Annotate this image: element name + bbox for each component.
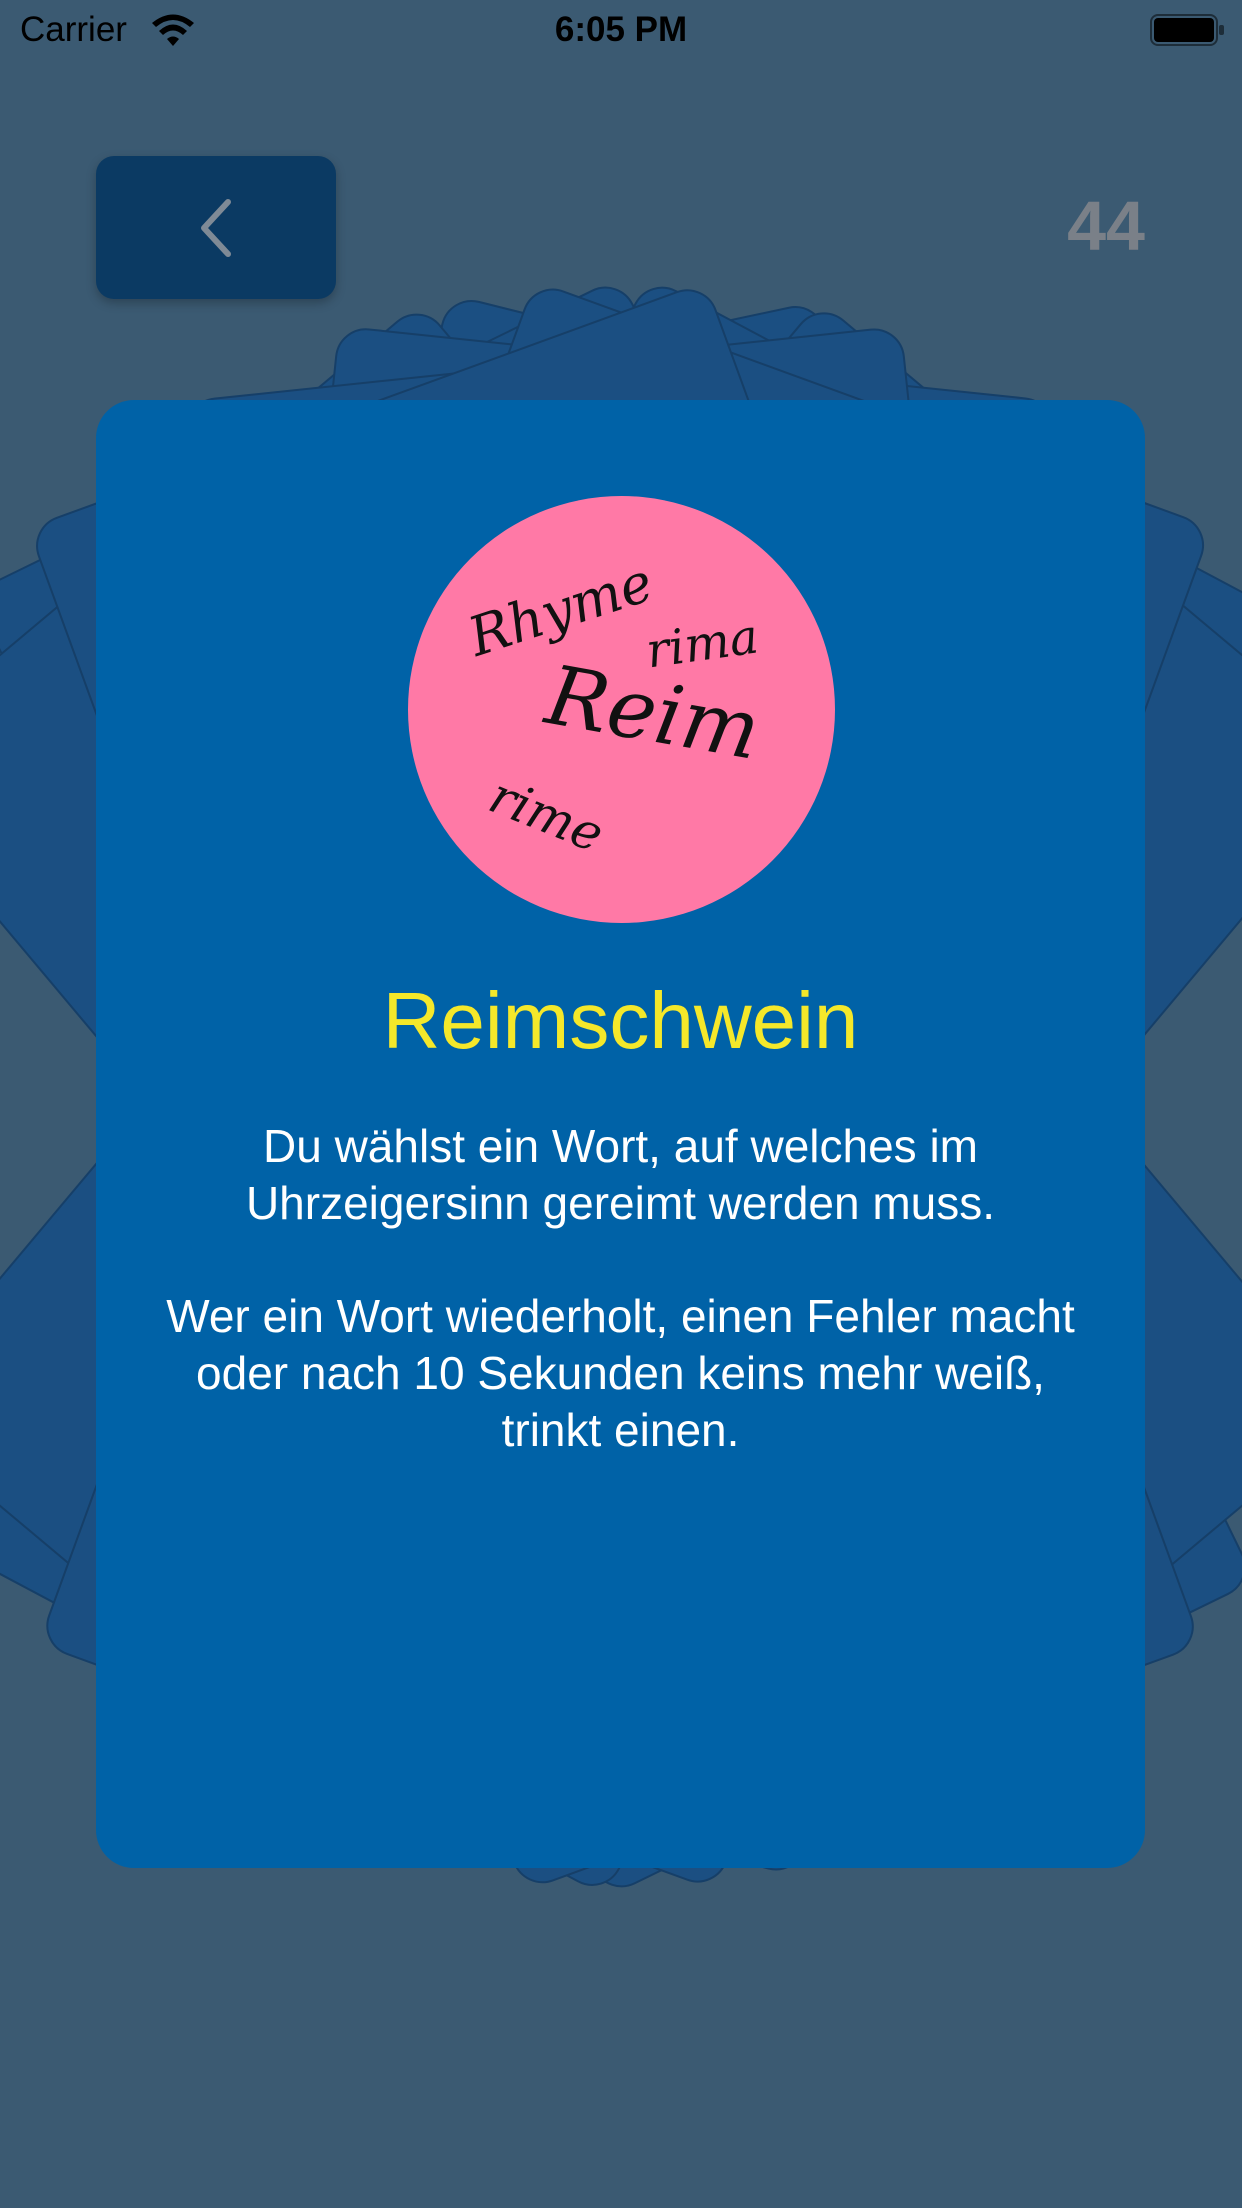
card-title: Reimschwein [382, 976, 859, 1065]
chevron-left-icon [201, 198, 231, 257]
card-description: Du wählst ein Wort, auf welches im Uhrze… [245, 1120, 996, 1229]
clock: 6:05 PM [554, 10, 688, 49]
back-button[interactable] [96, 156, 336, 299]
rhyme-logo: Rhyme rima Reim rime [408, 496, 835, 923]
logo-word: rime [481, 766, 612, 864]
card-counter: 44 [1067, 187, 1145, 265]
battery-icon [1150, 14, 1224, 46]
status-bar: Carrier 6:05 PM [0, 0, 1242, 62]
card-rule: Wer ein Wort wiederholt, einen Fehler ma… [166, 1290, 1075, 1456]
game-card: Rhyme rima Reim rime Reimschwein Du wähl… [96, 400, 1145, 1868]
